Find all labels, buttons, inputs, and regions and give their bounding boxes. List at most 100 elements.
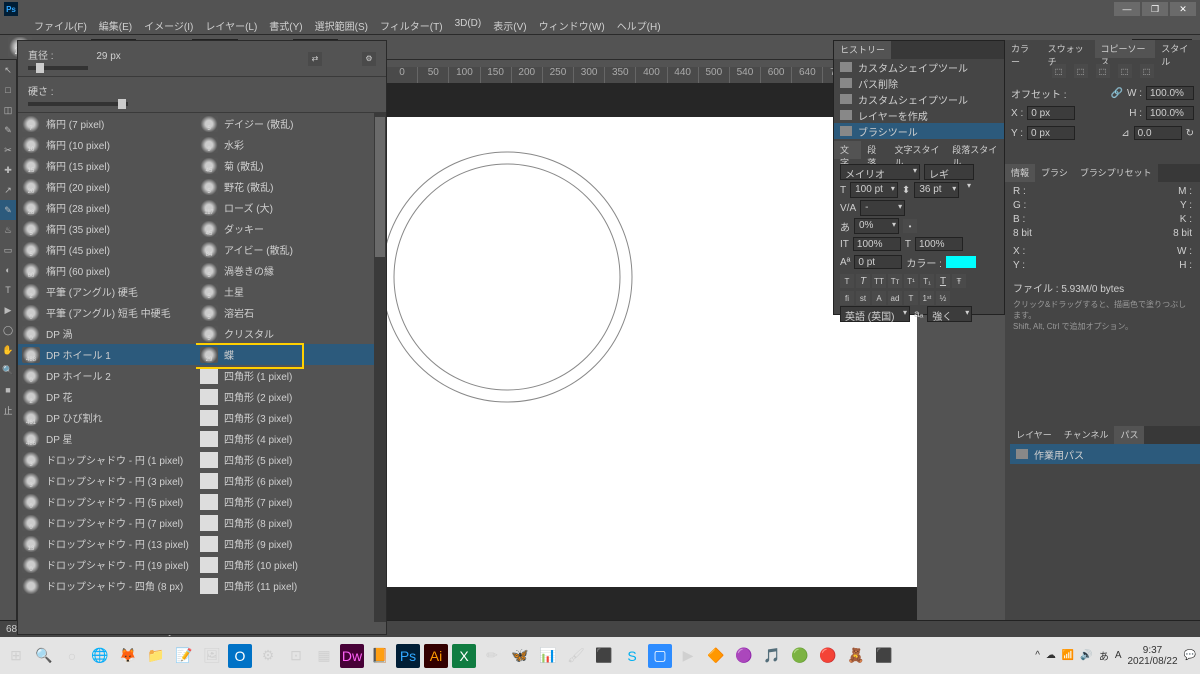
search-icon[interactable]: 🔍 [32, 644, 56, 668]
tool-item[interactable]: □ [0, 80, 16, 100]
tray-chevron[interactable]: ^ [1035, 650, 1040, 661]
tool-item[interactable]: ▭ [0, 240, 16, 260]
history-item[interactable]: カスタムシェイプツール [834, 59, 1004, 75]
h-input[interactable] [1146, 106, 1194, 120]
obs-icon[interactable]: ⬛ [592, 644, 616, 668]
maximize-button[interactable]: ❐ [1142, 2, 1168, 16]
menu-item[interactable]: フィルター(T) [376, 18, 447, 34]
brush-preset-item[interactable]: 15楕円 (15 pixel) [18, 155, 196, 176]
clone-src-3[interactable]: ⬚ [1096, 64, 1110, 78]
brush-scrollbar[interactable] [374, 113, 386, 622]
bold-button[interactable]: T [840, 274, 854, 288]
panel-tab[interactable]: 段落スタイル [946, 141, 1004, 159]
onedrive-icon[interactable]: ☁ [1046, 650, 1056, 661]
app-icon-7[interactable]: 🟢 [788, 644, 812, 668]
panel-tab[interactable]: 文字 [834, 141, 861, 159]
chrome-icon[interactable]: 🌐 [88, 644, 112, 668]
allcaps-button[interactable]: TT [872, 274, 886, 288]
app-icon-1[interactable]: ▦ [312, 644, 336, 668]
brush-preset-item[interactable]: 0ドロップシャドウ - 円 (5 pixel) [18, 491, 196, 512]
aa-button[interactable]: A [872, 291, 886, 305]
butterfly-icon[interactable]: 🦋 [508, 644, 532, 668]
history-item[interactable]: レイヤーを作成 [834, 107, 1004, 123]
baseline-input[interactable] [854, 255, 902, 269]
superscript-button[interactable]: T¹ [904, 274, 918, 288]
brush-preset-item[interactable]: 117ローズ (大) [196, 197, 374, 218]
lang-dropdown[interactable]: 英語 (英国) [840, 306, 910, 322]
brush-preset-item[interactable]: 2DP 花 [18, 386, 196, 407]
antialias-dropdown[interactable]: 強く [927, 306, 972, 322]
brush-preset-item[interactable]: 0DP 渦 [18, 323, 196, 344]
brush-preset-item[interactable]: 45菊 (散乱) [196, 155, 374, 176]
brush-preset-item[interactable]: 5楕円 (35 pixel) [18, 218, 196, 239]
tool-item[interactable]: ✂ [0, 140, 16, 160]
panel-tab[interactable]: チャンネル [1058, 426, 1115, 444]
fi-button[interactable]: fi [840, 291, 854, 305]
brush-preset-item[interactable]: 0DP ホイール 2 [18, 365, 196, 386]
ime-a-icon[interactable]: A [1115, 650, 1122, 661]
font-family-dropdown[interactable]: メイリオ [840, 164, 920, 180]
clock-time[interactable]: 9:37 [1127, 645, 1177, 656]
path-item[interactable]: 作業用パス [1010, 444, 1200, 464]
app-icon-5[interactable]: ▶ [676, 644, 700, 668]
w-input[interactable] [1146, 86, 1194, 100]
panel-tab[interactable]: スウォッチ [1042, 40, 1095, 58]
tool-item[interactable]: 🔍 [0, 360, 16, 380]
link-icon[interactable]: 🔗 [1111, 88, 1123, 99]
brush-preset-item[interactable]: 13ドロップシャドウ - 円 (13 pixel) [18, 533, 196, 554]
tool-item[interactable]: ◯ [0, 320, 16, 340]
reset-icon[interactable]: ↻ [1186, 128, 1194, 139]
brush-preset-item[interactable]: 3ドロップシャドウ - 円 (3 pixel) [18, 470, 196, 491]
brush-preset-item[interactable]: 7四角形 (7 pixel) [196, 491, 374, 512]
brush-preset-item[interactable]: 5デイジー (散乱) [196, 113, 374, 134]
tool-item[interactable]: 止 [0, 400, 16, 420]
history-item[interactable]: ブラシツール [834, 123, 1004, 139]
brush-preset-item[interactable]: 7楕円 (7 pixel) [18, 113, 196, 134]
subscript-button[interactable]: T₁ [920, 274, 934, 288]
tool-item[interactable]: ✎ [0, 200, 16, 220]
brush-preset-item[interactable]: 2平筆 (アングル) 硬毛 [18, 281, 196, 302]
tool-item[interactable]: ◐ [0, 260, 16, 280]
hscale-input[interactable] [915, 237, 963, 251]
sublime-icon[interactable]: 📙 [368, 644, 392, 668]
history-tab[interactable]: ヒストリー [834, 41, 891, 59]
tool-item[interactable]: ✚ [0, 160, 16, 180]
panel-tab[interactable]: コピーソース [1095, 40, 1156, 58]
menu-item[interactable]: ヘルプ(H) [613, 18, 665, 34]
app-icon-8[interactable]: 🧸 [844, 644, 868, 668]
hardness-slider[interactable] [28, 102, 128, 106]
brush-preset-item[interactable]: 461DP ひび割れ [18, 407, 196, 428]
brush-preset-item[interactable]: 5野花 (散乱) [196, 176, 374, 197]
brush-preset-item[interactable]: 9四角形 (9 pixel) [196, 533, 374, 554]
photoshop-icon[interactable]: Ps [396, 644, 420, 668]
explorer-icon[interactable]: 📁 [144, 644, 168, 668]
menu-item[interactable]: 3D(D) [451, 18, 486, 34]
menu-item[interactable]: ファイル(F) [30, 18, 91, 34]
volume-icon[interactable]: 🔊 [1080, 650, 1092, 661]
excel-icon[interactable]: X [452, 644, 476, 668]
kerning-input[interactable]: - [860, 200, 905, 216]
brush-preset-item[interactable]: 4四角形 (4 pixel) [196, 428, 374, 449]
vscale-input[interactable] [853, 237, 901, 251]
photos-icon[interactable]: 🖼 [200, 644, 224, 668]
app-icon-9[interactable]: ⬛ [872, 644, 896, 668]
brush-preset-item[interactable]: 5クリスタル [196, 323, 374, 344]
cortana-icon[interactable]: ○ [60, 644, 84, 668]
brush-preset-item[interactable]: ドロップシャドウ - 四角 (8 px) [18, 575, 196, 596]
font-size-input[interactable]: 100 pt [850, 182, 898, 198]
menu-item[interactable]: 表示(V) [489, 18, 530, 34]
brush-preset-item[interactable]: 29蝶 [196, 344, 374, 365]
brush-preset-item[interactable]: 1四角形 (1 pixel) [196, 365, 374, 386]
panel-tab[interactable]: 段落 [861, 141, 888, 159]
app-icon-6[interactable]: 🟣 [732, 644, 756, 668]
panel-tab[interactable]: レイヤー [1010, 426, 1058, 444]
minimize-button[interactable]: — [1114, 2, 1140, 16]
ime-icon[interactable]: あ [1099, 648, 1109, 663]
brush-preset-item[interactable]: 0ドロップシャドウ - 円 (7 pixel) [18, 512, 196, 533]
brush-preset-item[interactable]: 0ドロップシャドウ - 円 (19 pixel) [18, 554, 196, 575]
taskview-icon[interactable]: ⊡ [284, 644, 308, 668]
tool-item[interactable]: ↖ [0, 60, 16, 80]
ad-button[interactable]: ad [888, 291, 902, 305]
half-button[interactable]: ½ [936, 291, 950, 305]
strike-button[interactable]: Ŧ [952, 274, 966, 288]
